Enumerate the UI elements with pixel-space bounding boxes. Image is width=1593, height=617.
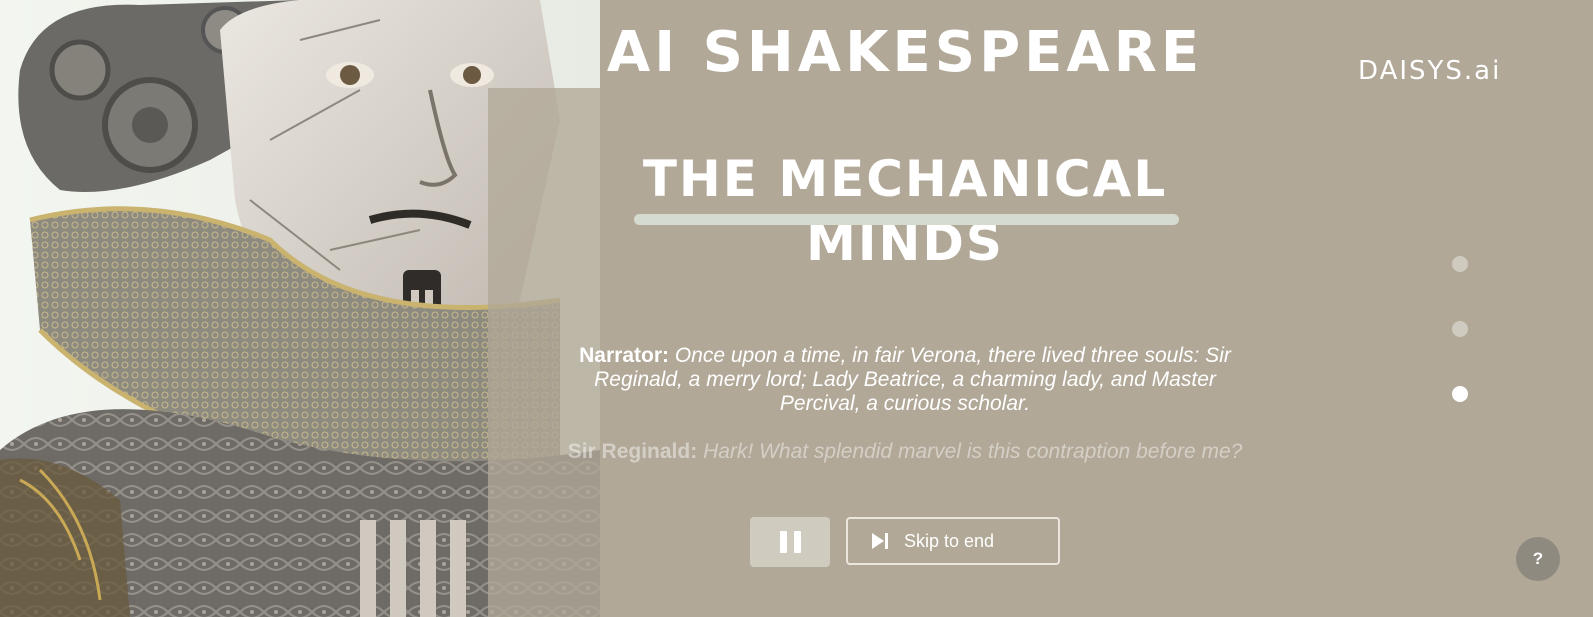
story-title: THE MECHANICAL MINDS — [642, 150, 1168, 272]
dialogue-line-upcoming: Sir Reginald: Hark! What splendid marvel… — [562, 440, 1248, 464]
skip-to-end-button[interactable]: Skip to end — [846, 517, 1060, 565]
progress-dot-3-active[interactable] — [1452, 386, 1468, 402]
help-button[interactable]: ? — [1516, 537, 1560, 581]
dialogue-line-current: Narrator: Once upon a time, in fair Vero… — [562, 344, 1248, 416]
dialogue-text: Once upon a time, in fair Verona, there … — [594, 344, 1231, 415]
speaker-name: Sir Reginald: — [567, 440, 698, 463]
pause-icon — [793, 531, 801, 553]
app-title: AI SHAKESPEARE — [606, 20, 1204, 85]
dialogue-text: Hark! What splendid marvel is this contr… — [703, 440, 1243, 463]
title-underline — [634, 214, 1179, 225]
skip-to-end-label: Skip to end — [904, 530, 995, 551]
pause-button[interactable] — [750, 517, 830, 567]
pause-icon — [779, 531, 787, 553]
progress-dot-1[interactable] — [1452, 256, 1468, 272]
brand-logo[interactable]: DAISYS.ai — [1358, 55, 1501, 87]
speaker-name: Narrator: — [579, 344, 669, 367]
progress-dot-2[interactable] — [1452, 321, 1468, 337]
skip-to-end-icon — [870, 531, 890, 551]
